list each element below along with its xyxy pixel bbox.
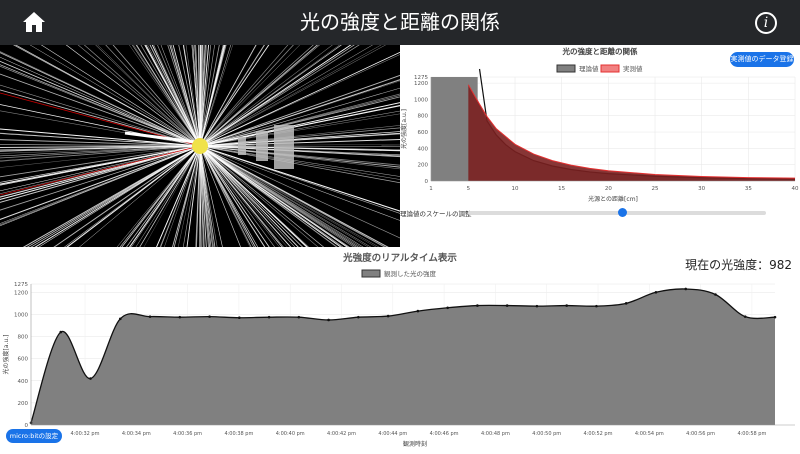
light-ray — [200, 70, 400, 146]
x-tick-label: 4:00:52 pm — [584, 431, 613, 437]
y-tick-label: 1200 — [414, 81, 428, 87]
data-point — [684, 288, 687, 291]
legend-label: 実測値 — [623, 64, 643, 73]
register-data-button[interactable]: 実測値のデータ登録 — [730, 52, 794, 67]
x-tick-label: 15 — [558, 186, 565, 192]
light-ray — [0, 146, 200, 238]
x-tick-label: 30 — [698, 186, 705, 192]
x-tick-label: 4:00:40 pm — [276, 431, 305, 437]
x-tick-label: 4:00:42 pm — [327, 431, 356, 437]
data-point — [387, 315, 390, 318]
data-point — [446, 306, 449, 309]
data-point — [476, 304, 479, 307]
y-axis-label: 光の強度[a.u.] — [2, 335, 10, 375]
light-source — [192, 138, 208, 154]
data-point — [149, 315, 152, 318]
y-tick-label: 600 — [18, 357, 29, 363]
light-rays-canvas — [0, 45, 400, 247]
x-tick-label: 4:00:34 pm — [122, 431, 151, 437]
light-ray — [17, 146, 200, 247]
data-point — [744, 315, 747, 318]
x-tick-label: 4:00:32 pm — [71, 431, 100, 437]
data-point — [595, 305, 598, 308]
data-point — [655, 291, 658, 294]
data-point — [565, 304, 568, 307]
y-tick-label: 1000 — [14, 312, 28, 318]
x-tick-label: 4:00:56 pm — [686, 431, 715, 437]
realtime-chart-svg: 光強度のリアルタイム表示観測した光の強度02004006008001000120… — [0, 247, 800, 450]
x-tick-label: 1 — [429, 186, 433, 192]
legend-swatch — [601, 65, 619, 72]
data-point — [625, 302, 628, 305]
y-tick-label: 800 — [418, 114, 429, 120]
y-tick-label: 400 — [418, 146, 429, 152]
x-tick-label: 4:00:54 pm — [635, 431, 664, 437]
x-tick-label: 20 — [605, 186, 612, 192]
legend-swatch — [557, 65, 575, 72]
y-tick-label: 400 — [18, 379, 29, 385]
y-axis-label: 光の強度[a.u.] — [400, 109, 408, 149]
legend-label: 理論値 — [579, 64, 599, 73]
data-point — [506, 304, 509, 307]
x-tick-label: 4:00:48 pm — [481, 431, 510, 437]
info-icon[interactable]: i — [755, 12, 777, 34]
y-tick-label: 0 — [425, 179, 429, 185]
y-tick-label: 1200 — [14, 290, 28, 296]
data-point — [536, 305, 539, 308]
x-tick-label: 5 — [467, 186, 471, 192]
light-ray — [62, 45, 200, 146]
y-tick-label: 600 — [418, 130, 429, 136]
x-tick-label: 25 — [652, 186, 659, 192]
y-tick-label: 1000 — [414, 97, 428, 103]
page-title: 光の強度と距離の関係 — [0, 0, 800, 45]
data-point — [179, 316, 182, 319]
x-tick-label: 4:00:36 pm — [173, 431, 202, 437]
y-tick-label: 1275 — [414, 75, 428, 81]
chart-title: 光強度のリアルタイム表示 — [342, 252, 457, 264]
data-point — [268, 316, 271, 319]
chart-title: 光の強度と距離の関係 — [562, 46, 638, 56]
detector-panel — [274, 125, 294, 169]
x-tick-label: 4:00:38 pm — [224, 431, 253, 437]
realtime-chart: 光強度のリアルタイム表示観測した光の強度02004006008001000120… — [0, 247, 800, 450]
x-tick-label: 35 — [745, 186, 752, 192]
x-tick-label: 10 — [512, 186, 519, 192]
data-point — [298, 316, 301, 319]
light-ray — [10, 146, 200, 247]
data-point — [208, 315, 211, 318]
y-tick-label: 200 — [18, 401, 29, 407]
top-bar: 光の強度と距離の関係 i — [0, 0, 800, 45]
detector-panel — [238, 137, 246, 155]
x-axis-label: 観測時刻 — [403, 440, 427, 448]
x-tick-label: 4:00:46 pm — [430, 431, 459, 437]
data-point — [774, 316, 777, 319]
data-point — [417, 310, 420, 313]
x-tick-label: 4:00:58 pm — [737, 431, 766, 437]
data-point — [59, 331, 62, 334]
data-point — [357, 316, 360, 319]
scale-slider-track[interactable] — [468, 211, 766, 215]
scale-slider-thumb[interactable] — [618, 208, 627, 217]
x-tick-label: 40 — [792, 186, 799, 192]
data-point — [714, 293, 717, 296]
current-intensity: 現在の光強度：982 — [685, 256, 792, 273]
data-point — [238, 316, 241, 319]
legend-label: 観測した光の強度 — [384, 269, 437, 278]
y-tick-label: 800 — [18, 335, 29, 341]
data-point — [89, 377, 92, 380]
x-tick-label: 4:00:44 pm — [378, 431, 407, 437]
y-tick-label: 200 — [418, 163, 429, 169]
y-tick-label: 1275 — [14, 282, 28, 288]
data-point — [327, 319, 330, 322]
x-tick-label: 4:00:50 pm — [532, 431, 561, 437]
light-simulation — [0, 45, 400, 247]
legend-swatch — [362, 270, 380, 277]
detector-panel — [256, 131, 268, 161]
microbit-settings-button[interactable]: micro:bitの設定 — [6, 429, 62, 443]
scale-slider-label: 理論値のスケールの調整 — [400, 208, 472, 218]
x-axis-label: 光源との距離[cm] — [588, 195, 638, 203]
data-point — [119, 318, 122, 321]
light-ray — [200, 45, 275, 146]
intensity-area — [31, 289, 775, 425]
